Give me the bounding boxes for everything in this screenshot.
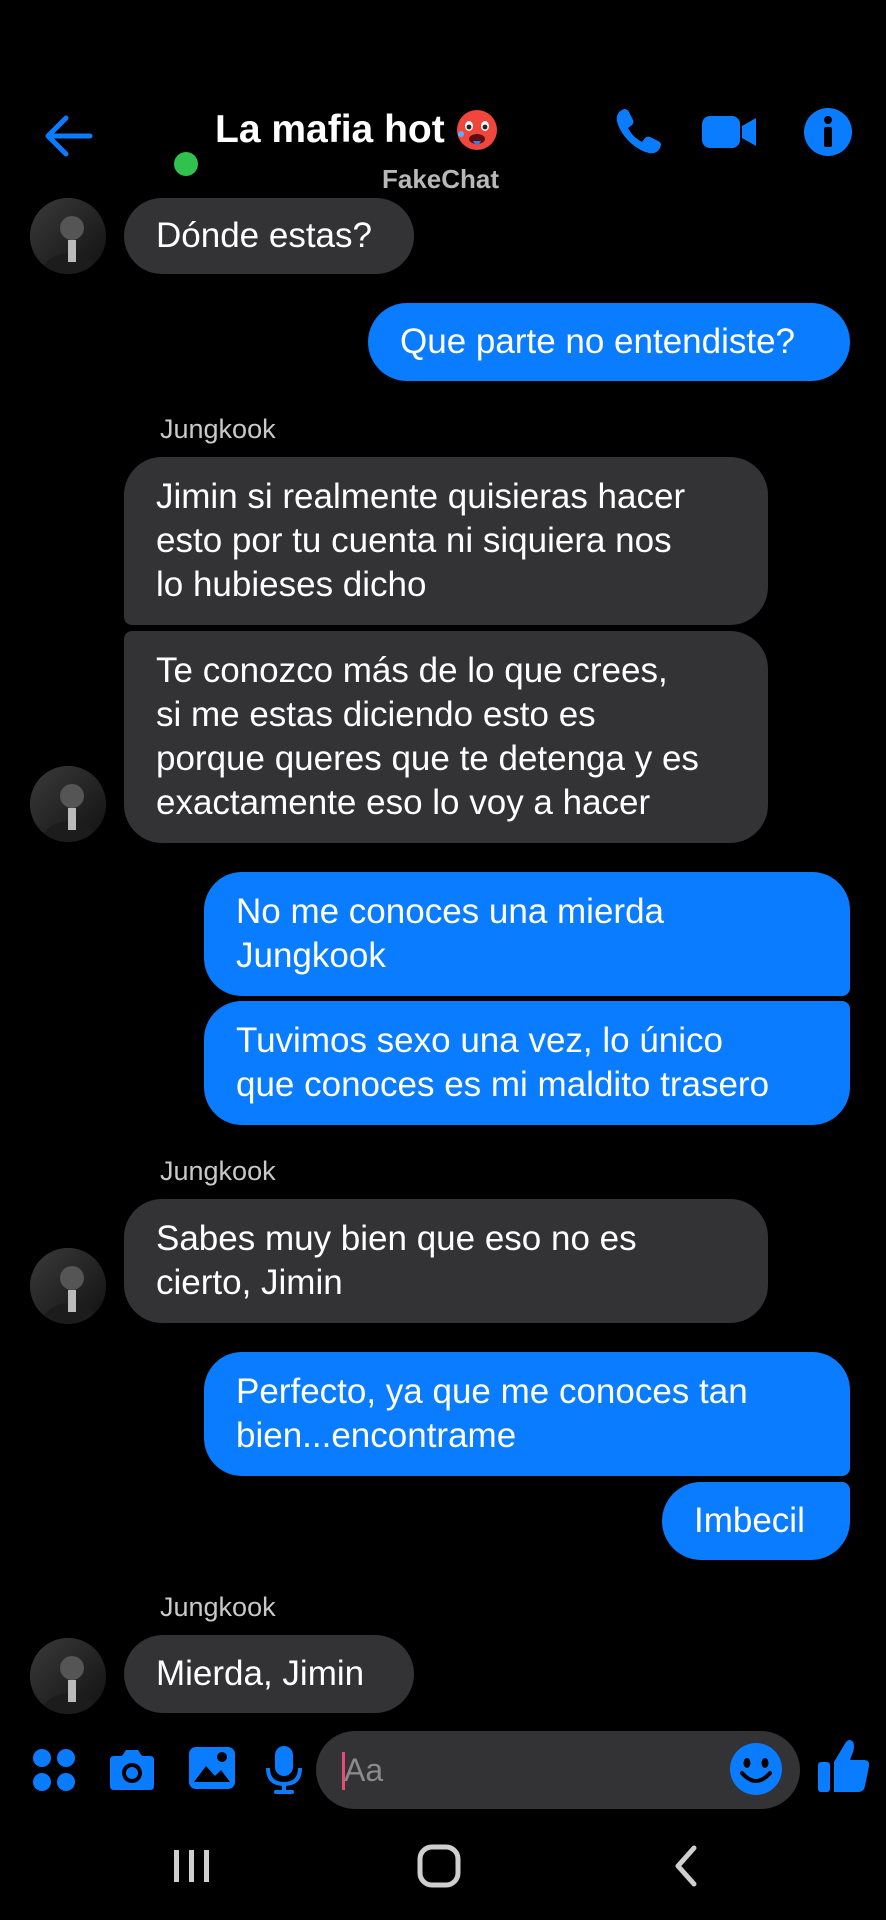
message-text: Tuvimos sexo una vez, lo único: [236, 1021, 723, 1060]
avatar-photo-icon: [30, 1638, 106, 1714]
message-bubble-received[interactable]: Sabes muy bien que eso no es cierto, Jim…: [124, 1199, 768, 1323]
apps-icon[interactable]: [28, 1744, 80, 1796]
message-bubble-sent[interactable]: No me conoces una mierda Jungkook: [204, 872, 850, 996]
avatar[interactable]: [30, 766, 106, 842]
message-text: Imbecil: [694, 1501, 805, 1540]
message-text: porque queres que te detenga y es: [156, 739, 699, 778]
recent-apps-icon[interactable]: [164, 1838, 220, 1894]
camera-icon[interactable]: [106, 1744, 158, 1796]
message-text: Jimin si realmente quisieras hacer: [156, 477, 686, 516]
watermark: FakeChat: [382, 164, 500, 194]
message-text: Dónde estas?: [156, 216, 372, 255]
video-call-icon[interactable]: [700, 104, 758, 160]
sender-name: Jungkook: [160, 414, 276, 444]
message-text: Jungkook: [236, 936, 386, 975]
chat-title-text: La mafia hot: [215, 108, 445, 151]
message-bubble-received[interactable]: Mierda, Jimin: [124, 1635, 414, 1713]
message-text: exactamente eso lo voy a hacer: [156, 783, 651, 822]
avatar[interactable]: [30, 1248, 106, 1324]
message-bubble-received[interactable]: Te conozco más de lo que crees, si me es…: [124, 631, 768, 843]
message-bubble-sent[interactable]: Perfecto, ya que me conoces tan bien...e…: [204, 1352, 850, 1476]
message-text: cierto, Jimin: [156, 1263, 343, 1302]
avatar-photo-icon: [30, 1248, 106, 1324]
message-text: que conoces es mi maldito trasero: [236, 1065, 770, 1104]
avatar[interactable]: [30, 198, 106, 274]
info-icon[interactable]: [800, 104, 856, 160]
message-text: Mierda, Jimin: [156, 1654, 365, 1693]
message-text: si me estas diciendo esto es: [156, 695, 596, 734]
message-text: Te conozco más de lo que crees,: [156, 651, 668, 690]
phone-call-icon[interactable]: [610, 104, 666, 160]
message-text: bien...encontrame: [236, 1416, 517, 1455]
message-text: Perfecto, ya que me conoces tan: [236, 1372, 748, 1411]
avatar-photo-icon: [30, 766, 106, 842]
message-bubble-received[interactable]: Jimin si realmente quisieras hacer esto …: [124, 457, 768, 625]
message-bubble-received[interactable]: Dónde estas?: [124, 198, 414, 274]
message-text: lo hubieses dicho: [156, 565, 427, 604]
message-bubble-sent[interactable]: Que parte no entendiste?: [368, 303, 850, 381]
message-text: No me conoces una mierda: [236, 892, 664, 931]
back-arrow-icon[interactable]: [40, 108, 96, 164]
like-icon[interactable]: [816, 1736, 872, 1796]
message-bubble-sent[interactable]: Tuvimos sexo una vez, lo único que conoc…: [204, 1001, 850, 1125]
chat-title[interactable]: La mafia hot: [215, 108, 499, 152]
home-icon[interactable]: [411, 1838, 467, 1894]
message-text: Sabes muy bien que eso no es: [156, 1219, 637, 1258]
message-text: Que parte no entendiste?: [400, 322, 796, 361]
gallery-icon[interactable]: [186, 1742, 238, 1794]
back-nav-icon[interactable]: [660, 1838, 716, 1894]
sender-name: Jungkook: [160, 1156, 276, 1186]
message-bubble-sent[interactable]: Imbecil: [662, 1482, 850, 1560]
message-text: esto por tu cuenta ni siquiera nos: [156, 521, 672, 560]
avatar[interactable]: [30, 1638, 106, 1714]
microphone-icon[interactable]: [258, 1744, 310, 1796]
hot-face-emoji-icon: [456, 110, 497, 150]
emoji-icon[interactable]: [728, 1741, 784, 1797]
avatar-photo-icon: [30, 198, 106, 274]
sender-name: Jungkook: [160, 1592, 276, 1622]
message-input-placeholder: Aa: [344, 1752, 384, 1788]
online-status-dot: [174, 152, 198, 176]
